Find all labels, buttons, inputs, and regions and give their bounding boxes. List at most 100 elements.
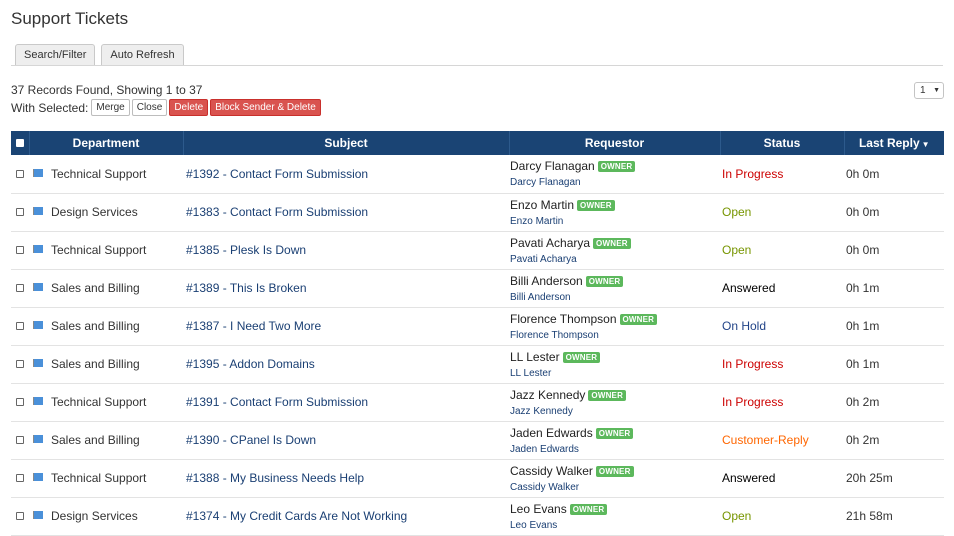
ticket-subject-link[interactable]: #1385 - Plesk Is Down: [186, 243, 306, 257]
row-checkbox[interactable]: [16, 322, 24, 330]
page-select[interactable]: 1 ▼: [914, 82, 944, 99]
status-cell: Answered: [720, 269, 844, 307]
requestor-contact-link[interactable]: Leo Evans: [510, 520, 720, 531]
last-reply-time: 0h 0m: [846, 205, 880, 219]
department-cell: Sales and Billing: [29, 307, 183, 345]
table-row[interactable]: Sales and Billing #1390 - CPanel Is Down J…: [11, 421, 944, 459]
table-row[interactable]: Sales and Billing #1395 - Addon Domains LL…: [11, 345, 944, 383]
requestor-contact-link[interactable]: LL Lester: [510, 368, 720, 379]
department-cell: Technical Support: [29, 459, 183, 497]
requestor-contact-link[interactable]: Florence Thompson: [510, 330, 720, 341]
row-select-cell: [11, 193, 29, 231]
status-text: In Progress: [722, 395, 784, 409]
column-header-requestor[interactable]: Requestor: [508, 131, 720, 155]
chevron-down-icon: ▼: [933, 87, 940, 94]
tab-search-filter[interactable]: Search/Filter: [15, 44, 96, 65]
row-checkbox[interactable]: [16, 474, 24, 482]
table-row[interactable]: Technical Support #1392 - Contact Form Su…: [11, 155, 944, 193]
row-select-cell: [11, 459, 29, 497]
status-cell: Open: [720, 193, 844, 231]
row-select-cell: [11, 269, 29, 307]
tab-auto-refresh[interactable]: Auto Refresh: [101, 44, 184, 65]
column-header-status[interactable]: Status: [719, 131, 844, 155]
tab-divider: [11, 65, 943, 66]
department-cell: Technical Support: [29, 383, 183, 421]
table-header-row: Department Subject Requestor Status Last…: [11, 131, 944, 155]
requestor-contact-link[interactable]: Billi Anderson: [510, 292, 720, 303]
ticket-subject-link[interactable]: #1391 - Contact Form Submission: [186, 395, 368, 409]
requestor-contact-link[interactable]: Jaden Edwards: [510, 444, 720, 455]
flag-icon: [33, 283, 43, 291]
subject-cell: #1383 - Contact Form Submission: [183, 193, 509, 231]
last-reply-cell: 0h 0m: [844, 231, 944, 269]
table-row[interactable]: Technical Support #1388 - My Business Nee…: [11, 459, 944, 497]
merge-button[interactable]: Merge: [91, 99, 130, 116]
row-checkbox[interactable]: [16, 208, 24, 216]
close-button[interactable]: Close: [131, 99, 168, 116]
column-header-department[interactable]: Department: [28, 131, 183, 155]
owner-badge: OWNER: [569, 503, 608, 515]
status-text: In Progress: [722, 357, 784, 371]
ticket-subject-link[interactable]: #1388 - My Business Needs Help: [186, 471, 364, 485]
status-cell: In Progress: [720, 155, 844, 193]
last-reply-time: 0h 0m: [846, 166, 880, 181]
row-checkbox[interactable]: [16, 246, 24, 254]
requestor-contact-link[interactable]: Enzo Martin: [510, 216, 720, 227]
requestor-cell: Darcy Flanagan OWNER Darcy Flanagan: [509, 155, 720, 193]
select-all-checkbox[interactable]: [15, 139, 24, 147]
column-header-last-reply[interactable]: Last Reply ▼: [843, 131, 944, 155]
status-text: On Hold: [722, 319, 767, 333]
last-reply-time: 0h 2m: [846, 395, 880, 409]
requestor-contact-link[interactable]: Darcy Flanagan: [510, 177, 720, 188]
requestor-contact-link[interactable]: Pavati Acharya: [510, 254, 720, 265]
flag-icon: [33, 359, 43, 367]
flag-icon: [33, 168, 43, 177]
last-reply-cell: 20h 25m: [844, 459, 944, 497]
requestor-name: Billi Anderson: [510, 273, 583, 288]
last-reply-cell: 0h 1m: [844, 269, 944, 307]
ticket-subject-link[interactable]: #1374 - My Credit Cards Are Not Working: [186, 509, 407, 523]
requestor-cell: Leo Evans OWNER Leo Evans: [509, 497, 720, 535]
ticket-subject-link[interactable]: #1387 - I Need Two More: [186, 319, 321, 333]
requestor-cell: Jaden Edwards OWNER Jaden Edwards: [509, 421, 720, 459]
table-row[interactable]: Design Services #1374 - My Credit Cards A…: [11, 497, 944, 535]
owner-badge: OWNER: [593, 237, 631, 249]
status-cell: On Hold: [720, 307, 844, 345]
owner-badge: OWNER: [577, 199, 615, 211]
ticket-subject-link[interactable]: #1383 - Contact Form Submission: [186, 205, 368, 219]
table-row[interactable]: Sales and Billing #1389 - This Is Broken B…: [11, 269, 944, 307]
subject-cell: #1387 - I Need Two More: [183, 307, 509, 345]
department-cell: Technical Support: [29, 231, 183, 269]
department-cell: Sales and Billing: [29, 269, 183, 307]
table-row[interactable]: Sales and Billing #1387 - I Need Two More…: [11, 307, 944, 345]
block-sender-delete-button[interactable]: Block Sender & Delete: [210, 99, 321, 116]
requestor-contact-link[interactable]: Cassidy Walker: [510, 482, 720, 493]
table-row[interactable]: Technical Support #1385 - Plesk Is Down Pa…: [11, 231, 944, 269]
ticket-subject-link[interactable]: #1392 - Contact Form Submission: [186, 167, 368, 181]
subject-cell: #1392 - Contact Form Submission: [183, 155, 509, 193]
flag-icon: [33, 435, 43, 443]
last-reply-time: 20h 25m: [846, 471, 893, 485]
row-checkbox[interactable]: [16, 436, 24, 444]
subject-cell: #1389 - This Is Broken: [183, 269, 509, 307]
row-checkbox[interactable]: [16, 398, 24, 406]
row-checkbox[interactable]: [16, 512, 24, 520]
table-row[interactable]: Design Services #1383 - Contact Form Subm…: [11, 193, 944, 231]
requestor-name: Darcy Flanagan: [510, 159, 595, 174]
requestor-cell: Jazz Kennedy OWNER Jazz Kennedy: [509, 383, 720, 421]
requestor-contact-link[interactable]: Jazz Kennedy: [510, 406, 720, 417]
ticket-subject-link[interactable]: #1395 - Addon Domains: [186, 357, 315, 371]
department-cell: Design Services: [29, 497, 183, 535]
row-checkbox[interactable]: [16, 284, 24, 292]
last-reply-cell: 0h 2m: [844, 383, 944, 421]
ticket-subject-link[interactable]: #1389 - This Is Broken: [186, 281, 307, 295]
row-checkbox[interactable]: [16, 360, 24, 368]
department-cell: Sales and Billing: [29, 345, 183, 383]
column-header-subject[interactable]: Subject: [182, 131, 509, 155]
department-name: Technical Support: [51, 166, 147, 181]
last-reply-time: 0h 2m: [846, 433, 880, 447]
row-checkbox[interactable]: [16, 169, 24, 178]
table-row[interactable]: Technical Support #1391 - Contact Form Su…: [11, 383, 944, 421]
ticket-subject-link[interactable]: #1390 - CPanel Is Down: [186, 433, 316, 447]
delete-button[interactable]: Delete: [169, 99, 209, 116]
